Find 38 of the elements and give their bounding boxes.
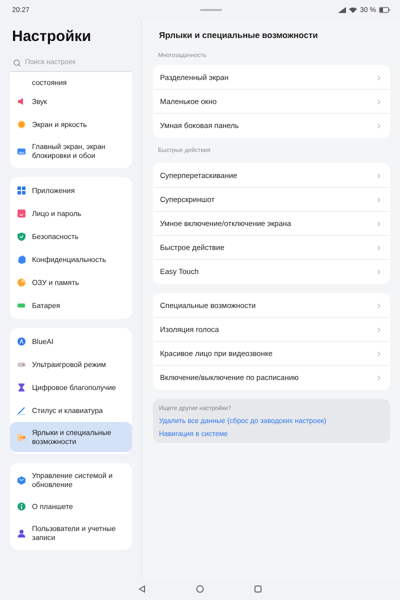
hourglass-icon — [17, 383, 26, 392]
back-icon[interactable] — [138, 585, 146, 593]
signal-icon — [338, 7, 346, 13]
info-icon — [17, 502, 26, 511]
chevron-icon — [375, 196, 383, 204]
pen-icon — [17, 406, 26, 415]
chevron-icon — [375, 98, 383, 106]
sun-icon — [17, 120, 26, 129]
shield-icon — [17, 232, 26, 241]
chevron-icon — [375, 326, 383, 334]
battery-icon — [379, 7, 390, 13]
chevron-icon — [375, 268, 383, 276]
drag-handle[interactable] — [200, 9, 222, 11]
home-icon[interactable] — [196, 585, 204, 593]
search-icon — [13, 58, 21, 66]
chevron-icon — [375, 220, 383, 228]
speaker-icon — [17, 97, 26, 106]
chevron-icon — [375, 374, 383, 382]
pie-icon — [17, 278, 26, 287]
settings-title: Настройки — [11, 27, 92, 47]
picture-icon — [17, 146, 26, 156]
wifi-icon — [349, 7, 358, 13]
page-title: Ярлыки и специальные возможности — [158, 29, 319, 42]
grid-icon — [17, 186, 26, 195]
battery-icon — [17, 301, 26, 310]
ai-icon — [17, 337, 26, 346]
chevron-icon — [375, 74, 383, 82]
chevron-icon — [375, 172, 383, 180]
person-icon — [17, 528, 26, 538]
arrow-icon — [17, 432, 26, 442]
chevron-icon — [375, 302, 383, 310]
hexagon-icon — [17, 476, 26, 484]
chevron-icon — [375, 122, 383, 130]
chevron-icon — [375, 350, 383, 358]
face-icon — [17, 209, 26, 218]
recents-icon[interactable] — [254, 585, 262, 593]
cube-icon — [17, 255, 26, 264]
chevron-icon — [375, 244, 383, 252]
